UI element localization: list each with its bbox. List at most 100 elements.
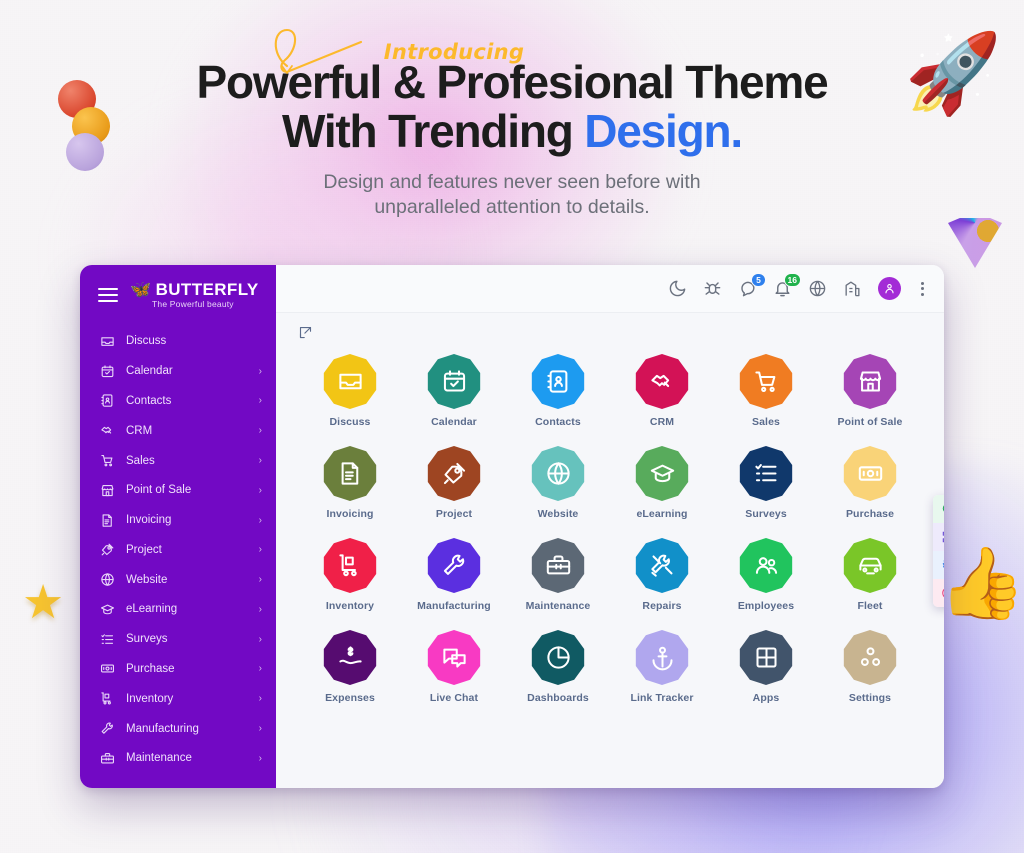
app-tile-contacts[interactable]: Contacts <box>506 354 610 428</box>
avatar[interactable] <box>878 277 901 300</box>
app-tile-invoicing[interactable]: Invoicing <box>298 446 402 520</box>
app-tile-maintenance[interactable]: Maintenance <box>506 538 610 612</box>
app-tile-label: Surveys <box>745 508 787 520</box>
app-tile-repairs[interactable]: Repairs <box>610 538 714 612</box>
sidebar-item-sales[interactable]: Sales › <box>80 446 276 476</box>
people-icon <box>739 538 793 593</box>
app-tile-project[interactable]: Project <box>402 446 506 520</box>
app-tile-inventory[interactable]: Inventory <box>298 538 402 612</box>
invoice-icon <box>100 513 115 528</box>
chevron-right-icon: › <box>258 603 262 615</box>
eyebrow-text: Introducing <box>383 40 525 64</box>
app-tile-crm[interactable]: CRM <box>610 354 714 428</box>
hero-section: Introducing Powerful & Profesional Theme… <box>0 0 1024 221</box>
app-tile-discuss[interactable]: Discuss <box>298 354 402 428</box>
messages-badge: 5 <box>751 273 766 287</box>
app-tile-surveys[interactable]: Surveys <box>714 446 818 520</box>
sidebar-item-invoicing[interactable]: Invoicing › <box>80 505 276 535</box>
app-tile-fleet[interactable]: Fleet <box>818 538 922 612</box>
app-tile-point-of-sale[interactable]: Point of Sale <box>818 354 922 428</box>
app-tile-label: Expenses <box>325 692 375 704</box>
company-icon[interactable] <box>843 279 862 298</box>
app-tile-label: Live Chat <box>429 692 479 704</box>
sidebar-item-discuss[interactable]: Discuss <box>80 327 276 357</box>
search-zoom-icon[interactable] <box>933 495 944 523</box>
compose-edit-icon[interactable] <box>298 325 313 340</box>
car-icon <box>843 538 897 593</box>
app-tile-label: Project <box>435 508 473 520</box>
pie-chart-icon <box>531 630 585 685</box>
app-tile-elearning[interactable]: eLearning <box>610 446 714 520</box>
fullscreen-icon[interactable] <box>933 523 944 551</box>
chat-icon <box>427 630 481 685</box>
sidebar-item-maintenance[interactable]: Maintenance › <box>80 743 276 773</box>
sidebar-item-manufacturing[interactable]: Manufacturing › <box>80 714 276 744</box>
app-tile-label: Fleet <box>857 600 883 612</box>
chevron-right-icon: › <box>258 693 262 705</box>
app-tile-sales[interactable]: Sales <box>714 354 818 428</box>
chevron-right-icon: › <box>258 574 262 586</box>
sidebar-item-calendar[interactable]: Calendar › <box>80 356 276 386</box>
app-tile-label: Maintenance <box>525 600 591 612</box>
app-tile-settings[interactable]: Settings <box>818 630 922 704</box>
app-grid: Discuss Calendar Contacts CRM Sales Point of … <box>276 340 944 788</box>
chevron-right-icon: › <box>258 395 262 407</box>
sidebar-item-elearning[interactable]: eLearning › <box>80 595 276 625</box>
app-tile-expenses[interactable]: Expenses <box>298 630 402 704</box>
app-tile-label: Purchase <box>845 508 895 520</box>
checklist-icon <box>739 446 793 501</box>
brand-tagline: The Powerful beauty <box>152 299 234 309</box>
app-tile-purchase[interactable]: Purchase <box>818 446 922 520</box>
sidebar-item-contacts[interactable]: Contacts › <box>80 386 276 416</box>
sidebar-item-label: Discuss <box>126 335 167 348</box>
wrench-icon <box>100 721 115 736</box>
sidebar-item-label: Surveys <box>126 633 168 646</box>
bug-icon[interactable] <box>703 279 722 298</box>
more-options-icon[interactable] <box>917 280 928 298</box>
headline-line-2-plain: With Trending <box>282 104 585 157</box>
handshake-icon <box>100 423 115 438</box>
cart-icon <box>739 354 793 409</box>
sidebar-item-point-of-sale[interactable]: Point of Sale › <box>80 475 276 505</box>
app-tile-link-tracker[interactable]: Link Tracker <box>610 630 714 704</box>
sidebar-item-website[interactable]: Website › <box>80 565 276 595</box>
app-tile-label: Website <box>537 508 579 520</box>
chevron-right-icon: › <box>258 514 262 526</box>
app-tile-dashboards[interactable]: Dashboards <box>506 630 610 704</box>
app-tile-website[interactable]: Website <box>506 446 610 520</box>
palette-icon[interactable] <box>933 579 944 607</box>
cart-icon <box>100 453 115 468</box>
brand-logo[interactable]: 🦋 BUTTERFLY The Powerful beauty <box>130 281 259 309</box>
calendar-icon <box>427 354 481 409</box>
sidebar-item-inventory[interactable]: Inventory › <box>80 684 276 714</box>
sidebar: 🦋 BUTTERFLY The Powerful beauty Discuss C… <box>80 265 276 788</box>
globe-icon[interactable] <box>808 279 827 298</box>
subheadline-line-2: unparalleled attention to details. <box>374 196 650 219</box>
dolly-icon <box>100 691 115 706</box>
bell-icon[interactable]: 16 <box>773 273 801 298</box>
chevron-right-icon: › <box>258 752 262 764</box>
sidebar-item-label: Sales <box>126 454 155 467</box>
app-tile-live-chat[interactable]: Live Chat <box>402 630 506 704</box>
calendar-icon <box>100 364 115 379</box>
edit-row <box>276 313 944 340</box>
messages-icon[interactable]: 5 <box>738 273 766 298</box>
sidebar-item-surveys[interactable]: Surveys › <box>80 624 276 654</box>
sidebar-item-project[interactable]: Project › <box>80 535 276 565</box>
dark-mode-icon[interactable] <box>668 279 687 298</box>
app-tile-label: CRM <box>649 416 675 428</box>
gear-icon[interactable] <box>933 551 944 579</box>
graduation-icon <box>100 602 115 617</box>
app-tile-employees[interactable]: Employees <box>714 538 818 612</box>
hamburger-icon[interactable] <box>98 287 118 302</box>
sidebar-item-crm[interactable]: CRM › <box>80 416 276 446</box>
app-tile-manufacturing[interactable]: Manufacturing <box>402 538 506 612</box>
app-tile-label: Inventory <box>325 600 375 612</box>
sidebar-item-label: Maintenance <box>126 752 192 765</box>
app-tile-apps[interactable]: Apps <box>714 630 818 704</box>
inbox-icon <box>100 334 115 349</box>
star-icon: ★ <box>22 575 65 628</box>
app-tile-calendar[interactable]: Calendar <box>402 354 506 428</box>
sidebar-item-purchase[interactable]: Purchase › <box>80 654 276 684</box>
checklist-icon <box>100 632 115 647</box>
